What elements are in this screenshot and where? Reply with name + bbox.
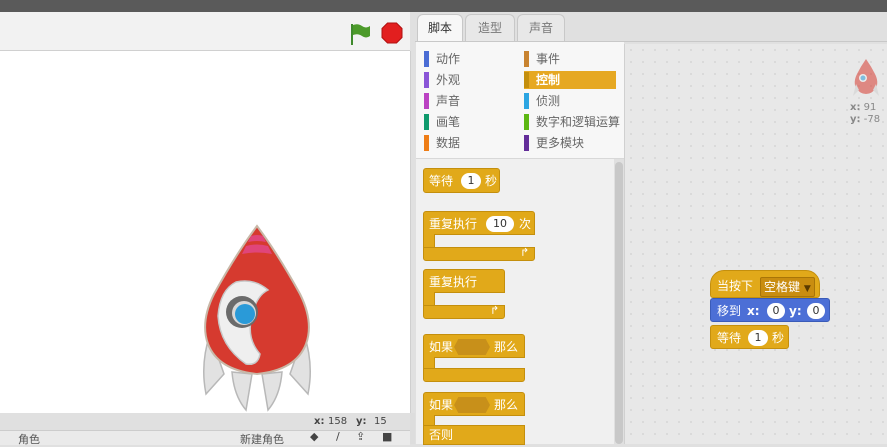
category-sound[interactable]: 声音 xyxy=(424,92,514,110)
x-input[interactable]: 0 xyxy=(767,303,785,319)
wait-seconds-input[interactable]: 1 xyxy=(461,173,481,189)
upload-sprite-icon[interactable]: ⇪ xyxy=(356,430,365,443)
sprite-pane-header: 角色 新建角色 ◆ / ⇪ ■ xyxy=(0,430,410,446)
stage-mouse-coordinates: x: 158 y: 15 xyxy=(300,415,410,429)
brush-icon[interactable]: / xyxy=(336,430,340,443)
tab-scripts[interactable]: 脚本 xyxy=(417,14,463,43)
repeat-count-input[interactable]: 10 xyxy=(486,216,514,232)
y-input[interactable]: 0 xyxy=(807,303,825,319)
script-area[interactable]: 当按下 空格键 ▼ 移到 x: 0 y: 0 等待 1 秒 xyxy=(624,44,887,444)
go-to-xy-block[interactable]: 移到 x: 0 y: 0 xyxy=(710,298,830,322)
forever-block-foot: ↱ xyxy=(423,304,505,319)
paint-sprite-icon[interactable]: ◆ xyxy=(310,430,318,443)
block-palette: 等待 1 秒 重复执行 10 次 ↱ 重复执行 ↱ 如果 那么 如果 那么 否则 xyxy=(416,159,614,445)
category-events[interactable]: 事件 xyxy=(524,50,616,68)
stage-y-value: 15 xyxy=(374,416,387,427)
new-sprite-label: 新建角色 xyxy=(240,433,284,446)
stage-y-label: y: xyxy=(356,416,367,427)
if-block-foot xyxy=(423,368,525,382)
stage-resize-handle[interactable] xyxy=(410,413,415,444)
palette-repeat-block[interactable]: 重复执行 10 次 xyxy=(423,211,535,235)
green-flag-icon[interactable] xyxy=(348,23,372,45)
else-label-row: 否则 xyxy=(423,425,525,445)
chevron-down-icon: ▼ xyxy=(803,284,811,294)
palette-forever-block[interactable]: 重复执行 xyxy=(423,269,505,293)
sprite-pane-title: 角色 xyxy=(18,433,40,446)
sprite-position-readout: x: 91 y: -78 xyxy=(850,102,881,125)
condition-slot[interactable] xyxy=(454,339,490,355)
palette-scrollbar-thumb[interactable] xyxy=(615,162,623,444)
palette-if-else-block[interactable]: 如果 那么 xyxy=(423,392,525,416)
condition-slot[interactable] xyxy=(454,397,490,413)
rocket-sprite[interactable] xyxy=(196,224,318,412)
category-more-blocks[interactable]: 更多模块 xyxy=(524,134,616,152)
category-operators[interactable]: 数字和逻辑运算 xyxy=(524,113,624,131)
category-looks[interactable]: 外观 xyxy=(424,71,514,89)
block-categories: 动作 外观 声音 画笔 数据 事件 控制 侦测 数字和逻辑运算 更多模块 xyxy=(416,42,624,158)
loop-arrow-icon: ↱ xyxy=(520,246,530,259)
editor-tabs: 脚本 造型 声音 xyxy=(415,12,887,43)
stop-icon[interactable] xyxy=(381,22,403,44)
top-menu-strip xyxy=(0,0,887,12)
category-sensing[interactable]: 侦测 xyxy=(524,92,616,110)
camera-icon[interactable]: ■ xyxy=(382,430,392,443)
palette-if-then-block[interactable]: 如果 那么 xyxy=(423,334,525,358)
repeat-block-foot: ↱ xyxy=(423,246,535,261)
tab-costumes[interactable]: 造型 xyxy=(465,14,515,41)
category-motion[interactable]: 动作 xyxy=(424,50,514,68)
tab-sounds[interactable]: 声音 xyxy=(517,14,565,41)
category-data[interactable]: 数据 xyxy=(424,134,514,152)
when-key-pressed-block[interactable]: 当按下 空格键 ▼ xyxy=(710,270,820,298)
stage-x-value: 158 xyxy=(328,416,348,427)
loop-arrow-icon: ↱ xyxy=(490,304,500,317)
wait-block[interactable]: 等待 1 秒 xyxy=(710,325,789,349)
category-control[interactable]: 控制 xyxy=(524,71,616,89)
stage-x-label: x: xyxy=(314,416,325,427)
key-dropdown[interactable]: 空格键 ▼ xyxy=(760,277,815,297)
sprite-thumbnail-icon xyxy=(853,59,879,96)
palette-wait-block[interactable]: 等待 1 秒 xyxy=(423,168,500,193)
wait-seconds-input[interactable]: 1 xyxy=(748,330,768,346)
category-pen[interactable]: 画笔 xyxy=(424,113,514,131)
